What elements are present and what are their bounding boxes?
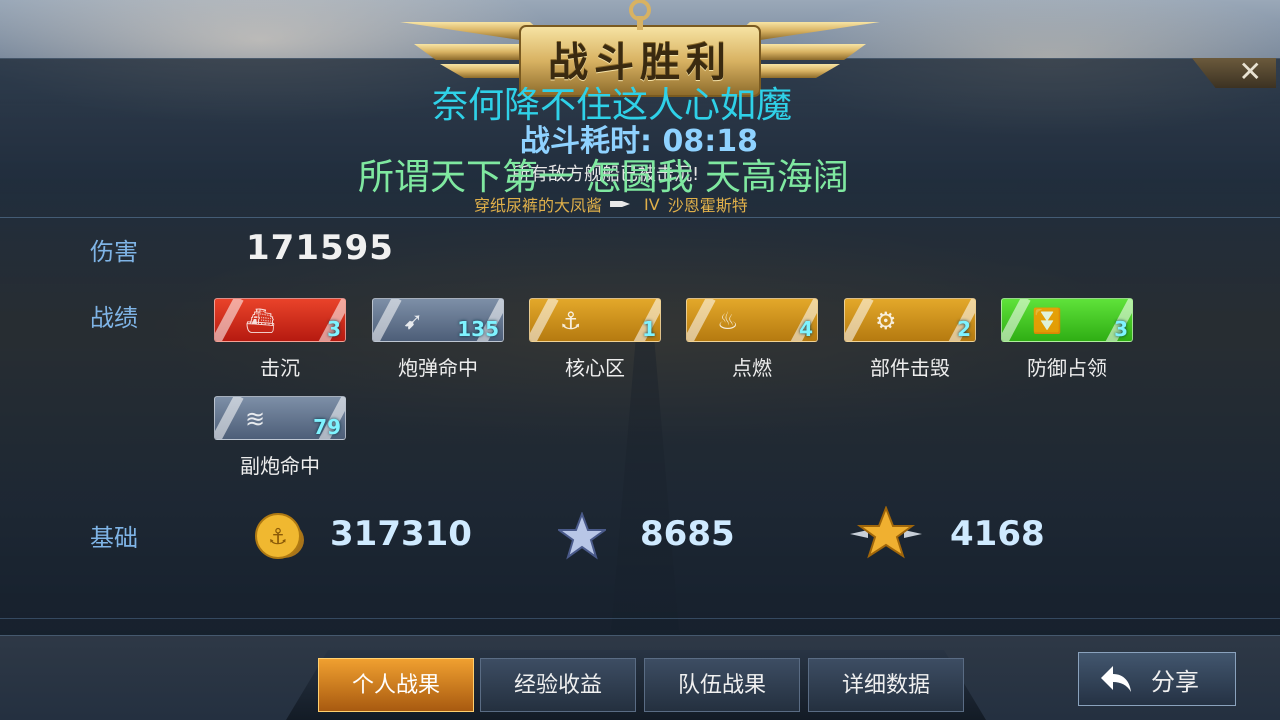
medal-count: 135 [457,317,499,341]
medal-name: 防御占领 [1027,356,1107,380]
defend-capture-icon: ⏬ [1032,307,1062,335]
credits-coin-icon: ⚓ [255,513,304,559]
credits-value: 317310 [330,514,472,554]
base-label: 基础 [90,524,138,552]
medal-count: 79 [313,415,341,439]
tab-personal-results[interactable]: 个人战果 [318,658,474,712]
medal-name: 点燃 [732,356,772,380]
medal-stripe [530,299,559,341]
secondary-hit-icon: ≋ [245,405,266,433]
ship-class-icon [610,201,631,207]
medal-fire[interactable]: ♨ 4 [686,298,818,342]
experience-star-icon [558,512,606,560]
svg-text:⚓: ⚓ [268,525,288,550]
medal-count: 3 [327,317,341,341]
record-label: 战绩 [90,304,138,332]
medal-stripe [687,299,716,341]
medal-stripe [215,397,244,439]
medal-stripe [1002,299,1031,341]
module-destroyed-icon: ⚙ [875,307,897,335]
tab-detailed-data[interactable]: 详细数据 [808,658,964,712]
medal-count: 4 [799,317,813,341]
shell-hit-icon: ➹ [403,307,424,335]
tab-team-results[interactable]: 队伍战果 [644,658,800,712]
battle-result-screen: 战斗胜利 ✕ 战斗耗时: 08:18 所有敌方舰船已被击沉! 奈何降不住这人心如… [0,0,1280,720]
player-info: 穿纸尿裤的大凤酱 IV 沙恩霍斯特 [474,192,748,216]
commander-exp-star-icon [850,506,922,559]
medal-stripe [373,299,402,341]
medal-module-destroyed[interactable]: ⚙ 2 [844,298,976,342]
divider-line-bottom [0,618,1280,619]
medal-citadel[interactable]: ⚓ 1 [529,298,661,342]
medal-shell-hit[interactable]: ➹ 135 [372,298,504,342]
medal-name: 核心区 [565,356,625,380]
sink-ship-icon: ⛴ [245,307,276,335]
experience-value: 8685 [640,514,735,554]
tab-experience-gain[interactable]: 经验收益 [480,658,636,712]
commander-exp-value: 4168 [950,514,1045,554]
ship-name: 沙恩霍斯特 [667,196,748,215]
medal-name: 部件击毁 [870,356,950,380]
player-name: 穿纸尿裤的大凤酱 [474,196,603,215]
divider-line [0,217,1280,218]
share-button[interactable]: 分享 [1078,652,1236,706]
medal-stripe [845,299,874,341]
close-icon[interactable]: ✕ [1239,58,1262,88]
medal-count: 1 [642,317,656,341]
medal-stripe [215,299,244,341]
medal-sink[interactable]: ⛴ 3 [214,298,346,342]
medal-name: 炮弹命中 [398,356,478,380]
share-arrow-icon [1101,666,1131,692]
medal-name: 副炮命中 [240,454,320,478]
ship-tier: IV [644,194,660,214]
medal-count: 3 [1114,317,1128,341]
medal-count: 2 [957,317,971,341]
medal-defend-capture[interactable]: ⏬ 3 [1001,298,1133,342]
fire-icon: ♨ [717,307,739,335]
share-label: 分享 [1151,667,1199,696]
medal-name: 击沉 [260,356,300,380]
citadel-icon: ⚓ [560,307,582,335]
danmaku-line-1: 奈何降不住这人心如魔 [432,85,793,126]
damage-value: 171595 [246,228,394,268]
medal-secondary-hit[interactable]: ≋ 79 [214,396,346,440]
damage-label: 伤害 [90,238,138,266]
